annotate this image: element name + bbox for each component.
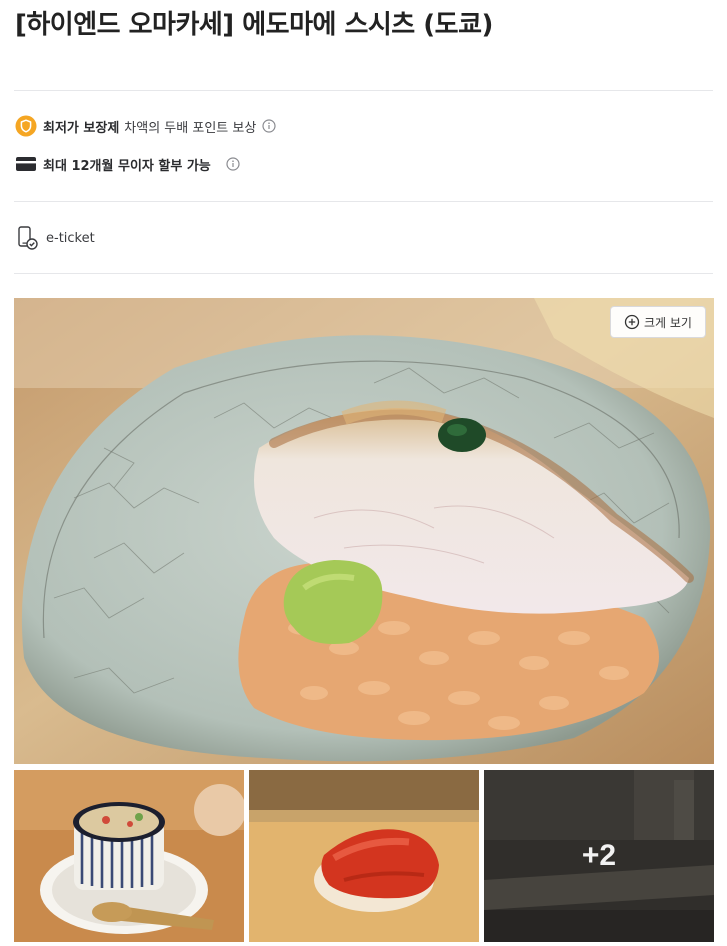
shield-icon (15, 115, 37, 137)
zoom-view-button[interactable]: 크게 보기 (610, 306, 706, 338)
mobile-ticket-icon (16, 226, 38, 250)
benefit-text: 차액의 두배 포인트 보상 (124, 120, 257, 136)
zoom-view-label: 크게 보기 (644, 315, 692, 330)
divider (14, 273, 713, 274)
benefit-title: 최대 12개월 무이자 할부 가능 (43, 158, 211, 174)
more-photos-count: +2 (581, 839, 617, 872)
page-title: [하이엔드 오마카세] 에도마에 스시츠 (도쿄) (15, 10, 493, 40)
gallery-more-thumbnail[interactable]: +2 (484, 770, 714, 942)
credit-card-icon (15, 153, 37, 175)
benefit-lowest-price: 최저가 보장제 차액의 두배 포인트 보상 (15, 114, 276, 138)
main-photo-fish-sushi[interactable]: 크게 보기 (14, 298, 714, 764)
benefit-installment: 최대 12개월 무이자 할부 가능 (15, 152, 240, 176)
gallery-thumbnail[interactable] (14, 770, 244, 942)
gallery-thumbnail[interactable] (249, 770, 479, 942)
eticket-info: e-ticket (16, 226, 95, 250)
info-icon[interactable] (226, 157, 240, 171)
plus-circle-icon (624, 314, 640, 330)
divider (14, 201, 713, 202)
eticket-label: e-ticket (46, 230, 95, 246)
info-icon[interactable] (262, 119, 276, 133)
benefit-title: 최저가 보장제 (43, 120, 120, 136)
divider (14, 90, 713, 91)
